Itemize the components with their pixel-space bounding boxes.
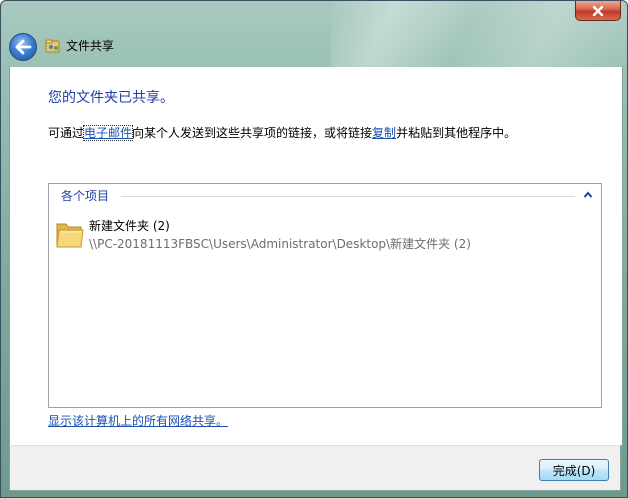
file-sharing-window: 文件共享 您的文件夹已共享。 可通过电子邮件向某个人发送到这些共享项的链接，或将… [0, 0, 628, 498]
window-title: 文件共享 [66, 39, 115, 53]
email-link[interactable]: 电子邮件 [83, 125, 134, 141]
item-path: \\PC-20181113FBSC\Users\Administrator\De… [89, 237, 471, 251]
group-header-label[interactable]: 各个项目 [61, 188, 109, 204]
shared-items-panel[interactable]: 各个项目 新建文件夹 (2) \\PC-20181113FBSC\Users\A… [48, 183, 602, 408]
desc-text-2: 向某个人发送到这些共享项的链接，或将链接 [132, 126, 373, 140]
show-all-shares-link[interactable]: 显示该计算机上的所有网络共享。 [48, 413, 228, 429]
list-item[interactable]: 新建文件夹 (2) \\PC-20181113FBSC\Users\Admini… [55, 218, 475, 252]
desc-text-1: 可通过 [48, 126, 85, 140]
share-description: 可通过电子邮件向某个人发送到这些共享项的链接，或将链接复制并粘贴到其他程序中。 [48, 125, 516, 141]
back-arrow-icon [15, 39, 32, 55]
folder-icon [56, 223, 84, 248]
content-area: 您的文件夹已共享。 可通过电子邮件向某个人发送到这些共享项的链接，或将链接复制并… [9, 67, 623, 445]
done-button[interactable]: 完成(D) [539, 459, 609, 481]
back-button[interactable] [9, 33, 37, 61]
close-button[interactable] [575, 1, 621, 21]
item-name: 新建文件夹 (2) [89, 219, 170, 233]
close-icon [592, 5, 604, 16]
desc-text-3: 并粘贴到其他程序中。 [396, 126, 517, 140]
chevron-up-icon[interactable] [583, 190, 593, 200]
file-sharing-icon [45, 39, 60, 53]
copy-link[interactable]: 复制 [372, 126, 396, 140]
footer-bar: 完成(D) [9, 445, 621, 491]
group-divider [121, 196, 575, 197]
page-heading: 您的文件夹已共享。 [48, 90, 174, 106]
